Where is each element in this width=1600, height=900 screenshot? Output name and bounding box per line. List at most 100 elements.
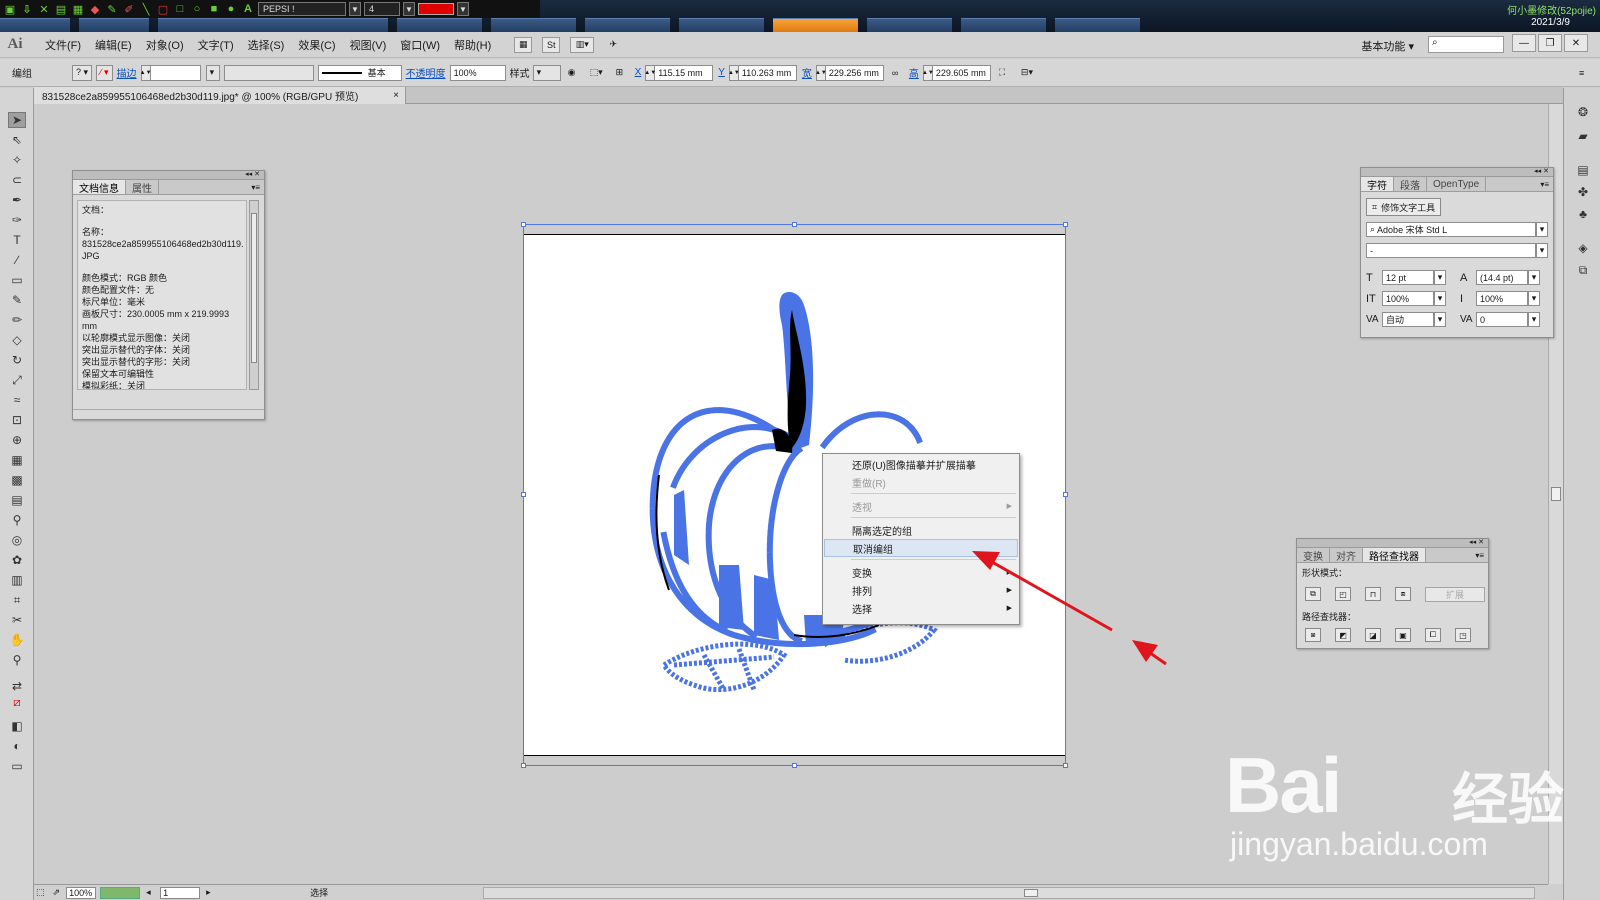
rotate-tool-icon[interactable]: ↻ — [8, 352, 26, 368]
gradient-tool-icon[interactable]: ▤ — [8, 492, 26, 508]
kerning-field[interactable]: 自动 — [1382, 312, 1434, 327]
symbol-sprayer-icon[interactable]: ✿ — [8, 552, 26, 568]
tab-document-info[interactable]: 文档信息 — [73, 180, 126, 195]
isolate-icon[interactable]: ⊟▾ — [1018, 65, 1044, 81]
perspective-grid-icon[interactable]: ▦ — [8, 452, 26, 468]
curvature-icon[interactable]: ✑ — [8, 212, 26, 228]
chevron-down-icon[interactable]: ▼ — [457, 2, 469, 16]
w-field[interactable]: ▲▼ 229.256 mm — [815, 64, 884, 81]
taskbar-button[interactable] — [79, 18, 149, 32]
artboard-next-icon[interactable]: ▸ — [204, 887, 216, 899]
menu-edit[interactable]: 编辑(E) — [88, 37, 139, 53]
menu-help[interactable]: 帮助(H) — [447, 37, 498, 53]
taskbar-button[interactable] — [961, 18, 1046, 32]
color-mode-icon[interactable]: ◧ — [8, 718, 26, 734]
stock-icon[interactable]: St — [542, 36, 561, 53]
shape-builder-icon[interactable]: ⊕ — [8, 432, 26, 448]
stroke-color-picker[interactable]: ∕ ▾ — [96, 64, 113, 81]
intersect-icon[interactable]: ⊓ — [1365, 587, 1381, 601]
ctx-isolate-group[interactable]: 隔离选定的组 — [824, 521, 1018, 539]
tab-align[interactable]: 对齐 — [1330, 548, 1363, 563]
crop-icon[interactable]: ▣ — [1395, 628, 1411, 642]
unite-icon[interactable]: ⧉ — [1305, 587, 1321, 601]
taskbar-button[interactable] — [0, 18, 70, 32]
resize-handle[interactable] — [521, 492, 526, 497]
minus-back-icon[interactable]: ◳ — [1455, 628, 1471, 642]
resize-handle[interactable] — [521, 222, 526, 227]
taskbar-button[interactable] — [867, 18, 952, 32]
screen-mode-icon[interactable]: ▭ — [8, 758, 26, 774]
tab-paragraph[interactable]: 段落 — [1394, 177, 1427, 192]
pen-tool-icon[interactable]: ✒ — [8, 192, 26, 208]
chevron-down-icon[interactable]: ▾ — [1434, 270, 1446, 285]
link-icon[interactable]: ∞ — [889, 65, 905, 81]
recolor-icon[interactable]: ◉ — [565, 65, 583, 81]
panel-resize-grip[interactable] — [73, 409, 264, 419]
merge-icon[interactable]: ◪ — [1365, 628, 1381, 642]
leading-field[interactable]: (14.4 pt) — [1476, 270, 1528, 285]
panel-menu-icon[interactable]: ▾≡ — [1540, 177, 1553, 191]
line-tool-icon[interactable]: ∕ — [8, 252, 26, 268]
brushes-icon[interactable]: ▤ — [1574, 162, 1592, 178]
pencil-icon[interactable]: ✎ — [105, 2, 119, 16]
free-transform-icon[interactable]: ⊡ — [8, 412, 26, 428]
graphic-style-picker[interactable]: ▾ — [532, 64, 561, 81]
artboard-prev-icon[interactable]: ◂ — [144, 887, 156, 899]
panel-scrollbar[interactable] — [249, 200, 259, 390]
expand-button[interactable]: 扩展 — [1425, 587, 1485, 602]
resize-handle[interactable] — [1063, 763, 1068, 768]
ctx-undo-trace[interactable]: 还原(U)图像描摹并扩展描摹 — [824, 455, 1018, 473]
ctx-arrange[interactable]: 排列 ▶ — [824, 581, 1018, 599]
horizontal-scale-field[interactable]: 100% — [1476, 291, 1528, 306]
chevron-down-icon[interactable]: ▾ — [1528, 270, 1540, 285]
arrange-documents-icon[interactable]: ▥▾ — [570, 36, 595, 53]
y-label[interactable]: Y — [718, 67, 725, 78]
filled-rect-icon[interactable]: ■ — [207, 2, 221, 16]
zoom-slider[interactable] — [100, 886, 141, 899]
fill-stroke-swatch-icon[interactable]: ⧄ — [8, 694, 26, 710]
restore-button[interactable]: ❐ — [1538, 34, 1562, 52]
eyedropper-icon[interactable]: ⚲ — [8, 512, 26, 528]
font-select[interactable]: PEPSI ! — [258, 2, 346, 16]
tab-transform[interactable]: 变换 — [1297, 548, 1330, 563]
bridge-icon[interactable]: ▦ — [514, 36, 533, 53]
chevron-down-icon[interactable]: ▾ — [1536, 243, 1548, 258]
filled-circle-icon[interactable]: ● — [224, 2, 238, 16]
panel-collapse-bar[interactable]: ◂◂ ✕ — [1361, 168, 1553, 177]
brush-icon[interactable]: ✐ — [122, 2, 136, 16]
panel-menu-icon[interactable]: ▾≡ — [1475, 548, 1488, 562]
scrollbar-thumb[interactable] — [251, 213, 257, 363]
menu-effect[interactable]: 效果(C) — [291, 37, 342, 53]
h-value[interactable]: 229.605 mm — [932, 64, 991, 81]
chevron-down-icon[interactable]: ▾ — [1528, 312, 1540, 327]
chevron-down-icon[interactable]: ▾ — [1434, 312, 1446, 327]
pencil-tool-icon[interactable]: ✏ — [8, 312, 26, 328]
chevron-down-icon[interactable]: ▾ — [1536, 222, 1548, 237]
y-value[interactable]: 110.263 mm — [738, 64, 797, 81]
font-style-select[interactable]: - — [1366, 243, 1536, 258]
close-button[interactable]: ✕ — [1564, 34, 1588, 52]
font-size-field[interactable]: 12 pt — [1382, 270, 1434, 285]
w-value[interactable]: 229.256 mm — [825, 64, 884, 81]
tab-attributes[interactable]: 属性 — [126, 180, 159, 195]
save-icon[interactable]: ▤ — [54, 2, 68, 16]
paintbrush-icon[interactable]: ✎ — [8, 292, 26, 308]
type-tool-icon[interactable]: T — [8, 232, 26, 248]
swatches-icon[interactable]: ▰ — [1574, 128, 1592, 144]
color-swatch[interactable] — [418, 3, 454, 15]
document-tab[interactable]: 831528ce2a859955106468ed2b30d119.jpg* @ … — [34, 87, 406, 104]
taskbar-button[interactable] — [397, 18, 482, 32]
zoom-field[interactable]: 100% — [66, 886, 97, 899]
align-icon[interactable]: ⬚▾ — [587, 65, 609, 81]
resize-handle[interactable] — [521, 763, 526, 768]
panel-menu-icon[interactable]: ≡ — [1576, 65, 1592, 81]
taskbar-button[interactable] — [158, 18, 388, 32]
line-icon[interactable]: ╲ — [139, 2, 153, 16]
close-x-icon[interactable]: ✕ — [37, 2, 51, 16]
x-field[interactable]: ▲▼ 115.15 mm — [644, 64, 714, 81]
artboards-icon[interactable]: ⧉ — [1574, 262, 1592, 278]
lasso-icon[interactable]: ⊂ — [8, 172, 26, 188]
exclude-icon[interactable]: ⧈ — [1395, 587, 1411, 601]
w-label[interactable]: 宽 — [802, 65, 812, 80]
selection-tool-icon[interactable]: ➤ — [8, 112, 26, 128]
